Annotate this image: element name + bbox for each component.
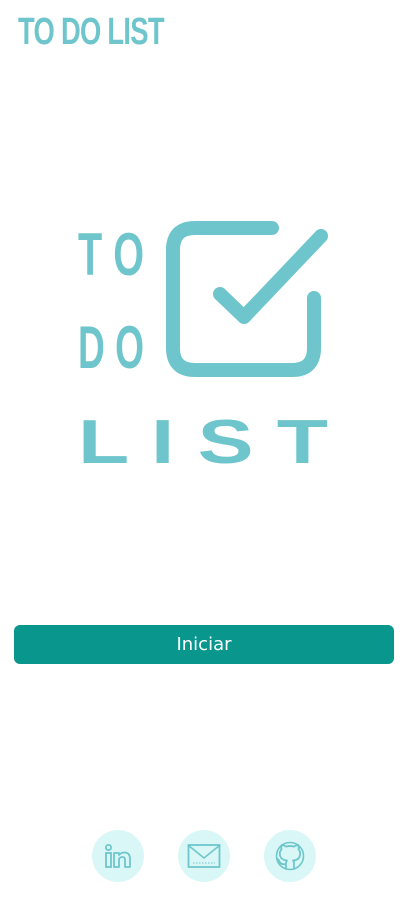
github-icon <box>275 841 305 871</box>
page: TO DO LIST T O D O L I S T Iniciar <box>0 0 407 905</box>
github-link[interactable] <box>264 830 316 882</box>
todo-list-logo: T O D O L I S T <box>70 205 340 480</box>
app-title: TO DO LIST <box>18 11 165 53</box>
logo-text-line3: L I S T <box>78 408 328 477</box>
logo-text-line1: T O <box>78 221 144 288</box>
email-link[interactable] <box>178 830 230 882</box>
linkedin-link[interactable] <box>92 830 144 882</box>
checkbox-check-icon <box>166 221 328 377</box>
logo-graphic: T O D O L I S T <box>78 221 328 477</box>
linkedin-icon <box>105 844 131 868</box>
start-button[interactable]: Iniciar <box>14 625 394 664</box>
logo-text-line2: D O <box>78 314 144 381</box>
email-icon <box>187 844 221 868</box>
